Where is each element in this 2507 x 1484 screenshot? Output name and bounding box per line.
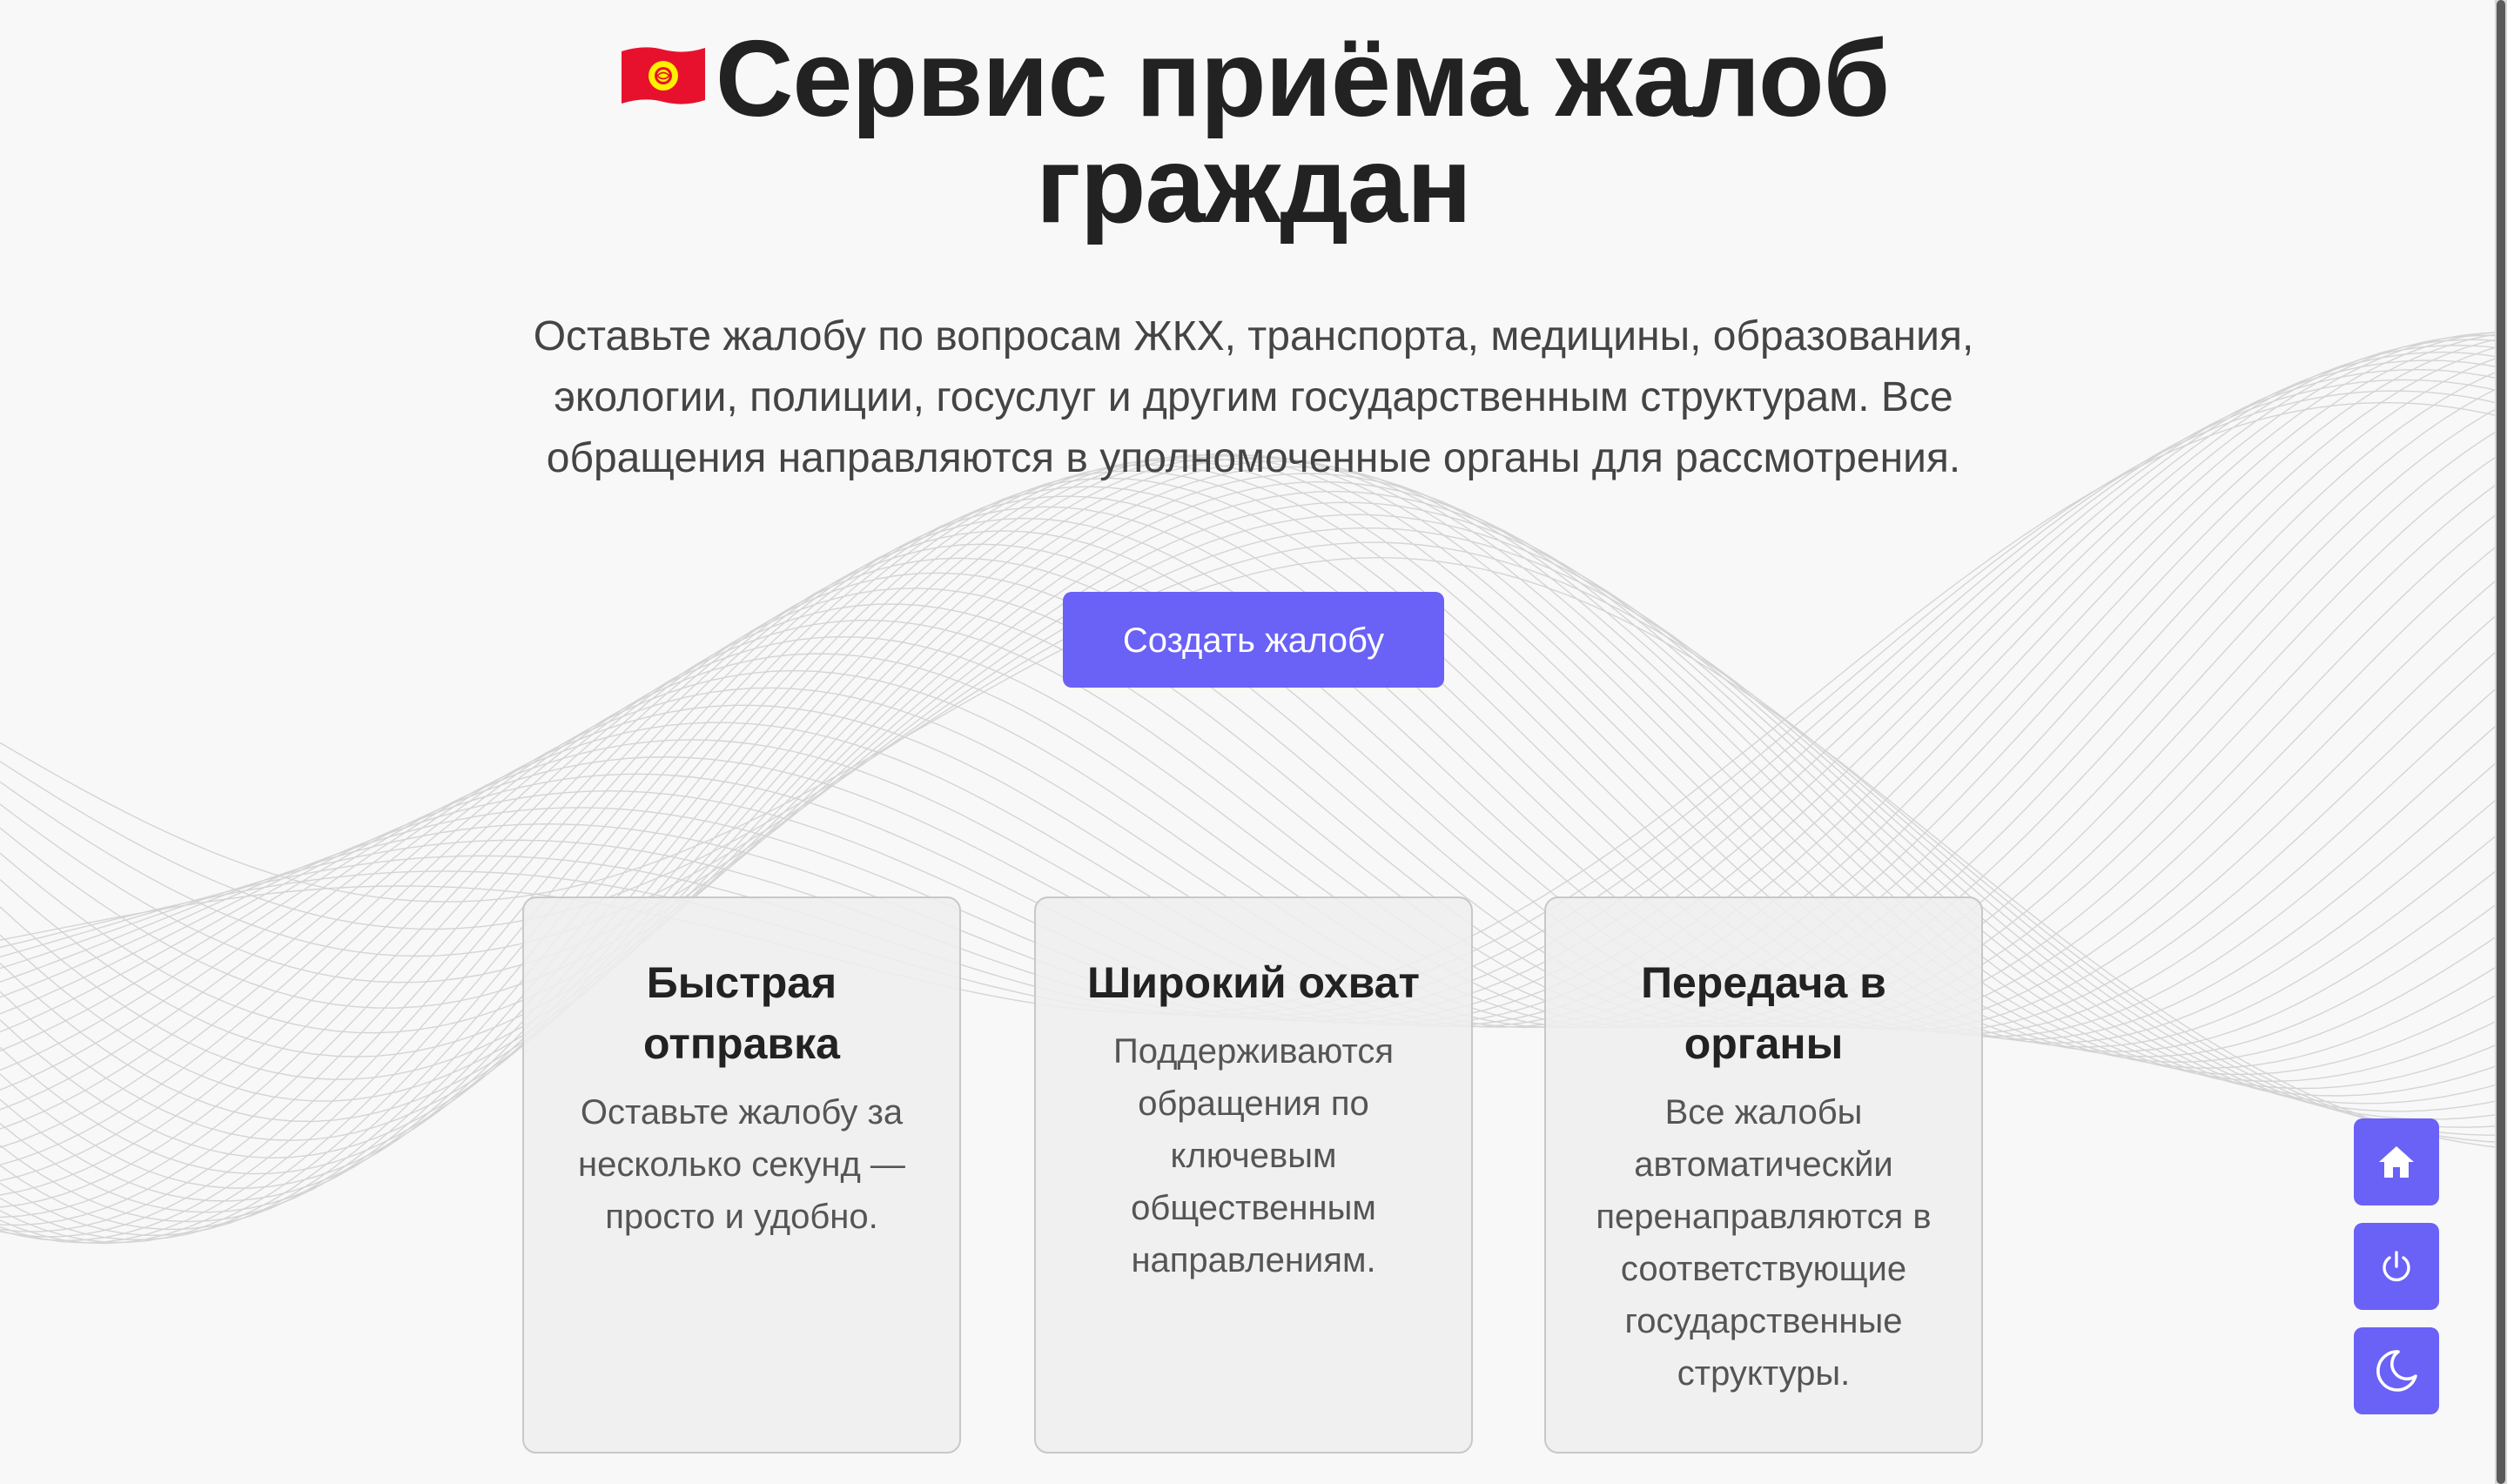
feature-card-text: Оставьте жалобу за несколько секунд — пр… [578,1093,905,1236]
feature-cards: Быстрая отправка Оставьте жалобу за неск… [522,896,1986,1457]
feature-card-text: Поддерживаются обращения по ключевым общ… [1112,1032,1395,1279]
moon-icon [2376,1350,2417,1392]
page-title-text: Сервис приёма жалоб граждан [715,19,1890,245]
feature-card-fast-submit: Быстрая отправка Оставьте жалобу за неск… [522,896,961,1454]
hero-section: Сервис приёма жалоб граждан Оставьте жал… [0,0,2507,688]
hero-description: Оставьте жалобу по вопросам ЖКХ, транспо… [533,313,1974,481]
page-title: Сервис приёма жалоб граждан [557,25,1950,239]
create-complaint-button[interactable]: Создать жалобу [1063,592,1444,688]
power-icon [2383,1251,2410,1282]
logout-button[interactable] [2354,1223,2439,1310]
feature-card-wide-coverage: Широкий охват Поддерживаются обращения п… [1034,896,1473,1454]
scrollbar[interactable] [2495,0,2507,1484]
kyrgyzstan-flag-icon [621,47,705,104]
feature-card-text: Все жалобы автоматическйи перенаправляют… [1596,1093,1932,1393]
feature-card-title: Широкий охват [1087,958,1420,1007]
home-icon [2379,1146,2414,1178]
home-button[interactable] [2354,1118,2439,1205]
theme-toggle-button[interactable] [2354,1327,2439,1414]
page: Сервис приёма жалоб граждан Оставьте жал… [0,0,2507,1484]
feature-card-transfer-to-authorities: Передача в органы Все жалобы автоматичес… [1544,896,1983,1454]
feature-card-title: Передача в органы [1641,958,1886,1068]
feature-card-title: Быстрая отправка [643,958,840,1068]
scrollbar-thumb[interactable] [2497,0,2505,1484]
